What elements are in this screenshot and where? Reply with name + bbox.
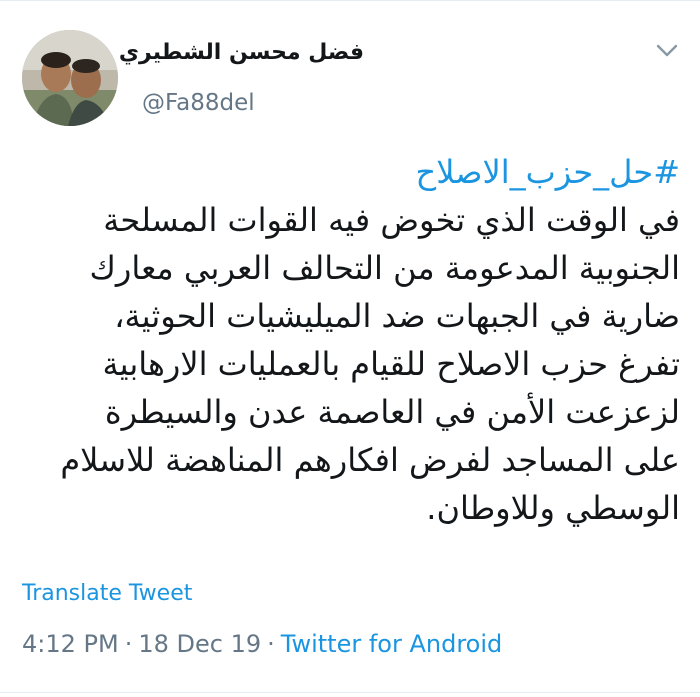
- meta-separator: ·: [124, 630, 133, 658]
- tweet-line: لزعزعت الأمن في العاصمة عدن والسيطرة: [104, 393, 680, 431]
- tweet-line: الجنوبية المدعومة من التحالف العربي معار…: [89, 249, 680, 287]
- tweet-line: تفرغ حزب الاصلاح للقيام بالعمليات الارها…: [102, 345, 680, 383]
- tweet-text: #حل_حزب_الاصلاح في الوقت الذي تخوض فيه ا…: [18, 148, 680, 532]
- tweet-date: 18 Dec 19: [138, 630, 262, 658]
- author-handle[interactable]: @Fa88del: [142, 88, 255, 118]
- tweet-line: على المساجد لفرض افكارهم المناهضة للاسلا…: [60, 441, 680, 479]
- tweet-line: ضارية في الجبهات ضد الميليشيات الحوثية،: [114, 297, 680, 335]
- bottom-divider: [0, 692, 700, 693]
- tweet-menu-button[interactable]: [654, 40, 680, 60]
- author-display-name[interactable]: فضل محسن الشطيري: [119, 36, 364, 70]
- translate-tweet-link[interactable]: Translate Tweet: [22, 578, 192, 610]
- tweet-meta: 4:12 PM · 18 Dec 19 · Twitter for Android: [22, 626, 502, 662]
- meta-separator: ·: [267, 630, 275, 658]
- tweet-time: 4:12 PM: [22, 630, 119, 658]
- chevron-down-icon: [656, 44, 678, 57]
- avatar[interactable]: [22, 30, 118, 126]
- hashtag-link[interactable]: #حل_حزب_الاصلاح: [18, 148, 680, 196]
- tweet-line: في الوقت الذي تخوض فيه القوات المسلحة: [103, 201, 680, 239]
- tweet-line: الوسطي وللاوطان.: [426, 489, 680, 527]
- tweet-source-link[interactable]: Twitter for Android: [281, 630, 502, 658]
- top-divider: [0, 0, 700, 1]
- avatar-photo: [22, 30, 118, 126]
